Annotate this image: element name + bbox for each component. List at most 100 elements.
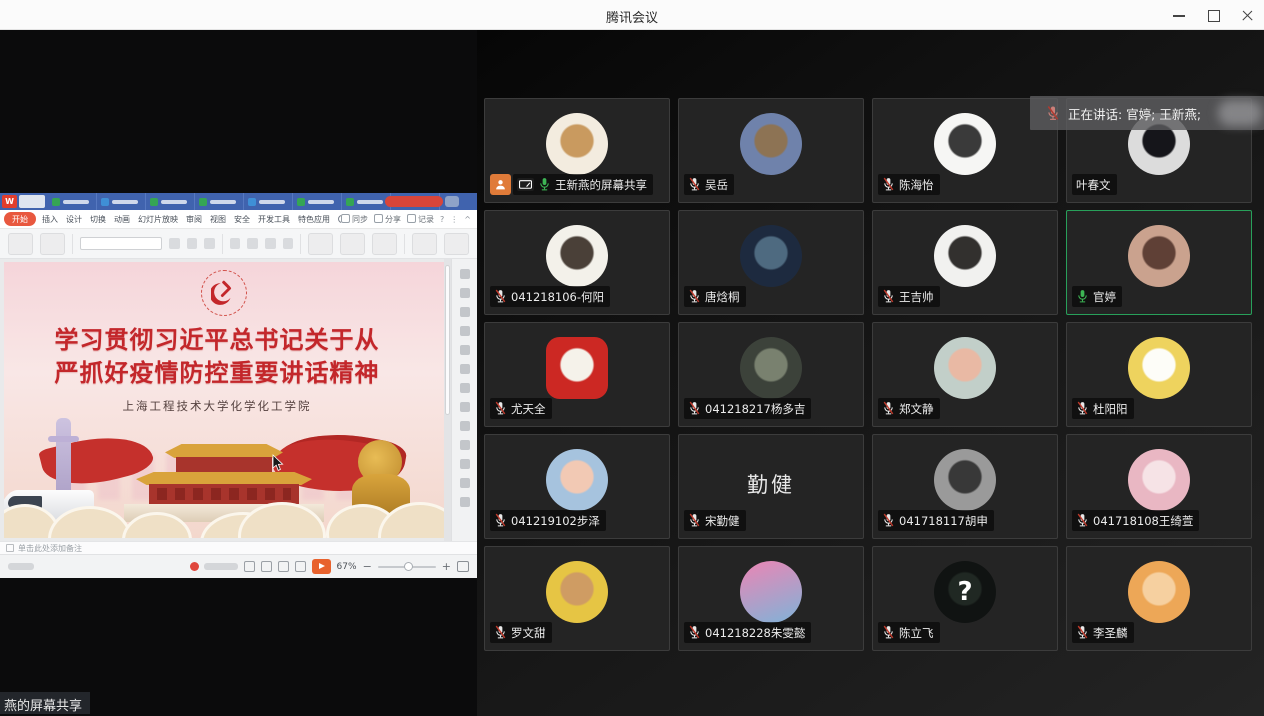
wps-document-tab[interactable]	[195, 193, 244, 210]
wps-menu-item[interactable]: 插入	[40, 213, 60, 226]
search-tool-button[interactable]	[444, 233, 469, 255]
wps-document-tab[interactable]	[146, 193, 195, 210]
wps-menu-item[interactable]: 切换	[88, 213, 108, 226]
shapes-button[interactable]	[340, 233, 365, 255]
notes-bar[interactable]: 单击此处添加备注	[0, 541, 477, 554]
view-normal-icon[interactable]	[244, 561, 255, 572]
participant-tile[interactable]: 041219102步泽	[484, 434, 670, 539]
textbox-button[interactable]	[308, 233, 333, 255]
participant-tile[interactable]: 官婷	[1066, 210, 1252, 315]
wps-menu-item[interactable]: 动画	[112, 213, 132, 226]
wps-menu-glyph[interactable]: ⋮	[450, 215, 458, 224]
wps-document-tab[interactable]	[244, 193, 293, 210]
bold-button[interactable]	[169, 238, 180, 249]
wps-side-tool-icon[interactable]	[460, 326, 470, 336]
wps-side-tool-icon[interactable]	[460, 440, 470, 450]
align-left-button[interactable]	[230, 238, 241, 249]
status-mode[interactable]	[190, 562, 238, 571]
maximize-icon[interactable]	[1196, 0, 1230, 30]
wps-menu-glyph[interactable]: ?	[440, 215, 444, 224]
wps-side-tool-icon[interactable]	[460, 364, 470, 374]
align-center-button[interactable]	[247, 238, 258, 249]
zoom-out-button[interactable]: −	[363, 560, 372, 573]
zoom-slider[interactable]	[378, 566, 436, 568]
participant-tile[interactable]: 唐焓桐	[678, 210, 864, 315]
participant-tile[interactable]: 罗文甜	[484, 546, 670, 651]
avatar	[934, 225, 996, 287]
wps-side-tool-icon[interactable]	[460, 288, 470, 298]
participant-tile[interactable]: 吴岳	[678, 98, 864, 203]
view-reading-icon[interactable]	[278, 561, 289, 572]
participant-tile[interactable]: 王新燕的屏幕共享	[484, 98, 670, 203]
layout-button[interactable]	[40, 233, 65, 255]
wps-side-tool-icon[interactable]	[460, 421, 470, 431]
wps-menu-item[interactable]: 审阅	[184, 213, 204, 226]
doc-assistant-button[interactable]	[412, 233, 437, 255]
wps-document-tab[interactable]	[48, 193, 97, 210]
participant-tile[interactable]: 郑文静	[872, 322, 1058, 427]
wps-side-tool-icon[interactable]	[460, 402, 470, 412]
participant-tile[interactable]: 041218217杨多吉	[678, 322, 864, 427]
wps-home-tab[interactable]	[19, 195, 45, 208]
zoom-in-button[interactable]: +	[442, 560, 451, 573]
wps-menu-item[interactable]: 特色应用	[296, 213, 332, 226]
wps-menu-right-item[interactable]: 同步	[341, 214, 368, 225]
name-pill: 陈海怡	[878, 174, 940, 195]
wps-menu-glyph[interactable]: ^	[464, 215, 471, 224]
italic-button[interactable]	[187, 238, 198, 249]
avatar	[934, 113, 996, 175]
wps-side-tool-icon[interactable]	[460, 459, 470, 469]
wps-side-tool-icon[interactable]	[460, 345, 470, 355]
wps-side-tool-icon[interactable]	[460, 478, 470, 488]
font-select[interactable]	[80, 237, 162, 250]
participant-tile[interactable]: 041718117胡申	[872, 434, 1058, 539]
wps-side-tool-icon[interactable]	[460, 383, 470, 393]
wps-menu-item[interactable]: 幻灯片放映	[136, 213, 180, 226]
slideshow-play-button[interactable]	[312, 559, 331, 574]
minimize-icon[interactable]	[1162, 0, 1196, 30]
wps-menu-item[interactable]: 开发工具	[256, 213, 292, 226]
participant-tile[interactable]: 尤天全	[484, 322, 670, 427]
name-pill: 尤天全	[490, 398, 552, 419]
participant-tile[interactable]: 041218106-何阳	[484, 210, 670, 315]
wps-side-tool-icon[interactable]	[460, 269, 470, 279]
picture-button[interactable]	[372, 233, 397, 255]
align-right-button[interactable]	[265, 238, 276, 249]
wps-side-tool-icon[interactable]	[460, 307, 470, 317]
name-pill: 041718117胡申	[878, 510, 994, 531]
wps-menu-item[interactable]: 安全	[232, 213, 252, 226]
wps-menu-right-item[interactable]: 记录	[407, 214, 434, 225]
fullscreen-icon[interactable]	[457, 561, 469, 572]
notes-placeholder: 单击此处添加备注	[18, 543, 82, 554]
wps-document-tab[interactable]	[342, 193, 391, 210]
view-notes-icon[interactable]	[295, 561, 306, 572]
wps-document-tab[interactable]	[97, 193, 146, 210]
wps-menu-item[interactable]: 视图	[208, 213, 228, 226]
participant-tile[interactable]: 李圣麟	[1066, 546, 1252, 651]
avatar	[1128, 561, 1190, 623]
view-sorter-icon[interactable]	[261, 561, 272, 572]
wps-menu-right-item[interactable]: 分享	[374, 214, 401, 225]
wps-menu-item[interactable]: 开始	[4, 212, 36, 226]
participant-tile[interactable]: 勤健	[678, 434, 864, 539]
wps-side-tool-icon[interactable]	[460, 497, 470, 507]
slide-scrollbar[interactable]	[444, 259, 451, 541]
wps-logo-icon[interactable]: W	[2, 195, 17, 208]
participant-tile[interactable]: 041718108王绮萱	[1066, 434, 1252, 539]
wps-document-tab[interactable]	[293, 193, 342, 210]
close-icon[interactable]	[1230, 0, 1264, 30]
participant-name: 尤天全	[511, 401, 546, 417]
mic-active-icon	[1076, 289, 1089, 304]
list-button[interactable]	[283, 238, 294, 249]
participant-tile[interactable]: 杜阳阳	[1066, 322, 1252, 427]
participant-tile[interactable]: 王吉帅	[872, 210, 1058, 315]
wps-tab-bar[interactable]: W +	[0, 193, 477, 210]
participant-tile[interactable]: ?	[872, 546, 1058, 651]
underline-button[interactable]	[204, 238, 215, 249]
status-left-text	[8, 563, 34, 570]
mic-muted-icon	[688, 513, 701, 528]
participant-tile[interactable]: 041218228朱雯懿	[678, 546, 864, 651]
notes-icon	[6, 544, 14, 552]
wps-menu-item[interactable]: 设计	[64, 213, 84, 226]
new-slide-button[interactable]	[8, 233, 33, 255]
